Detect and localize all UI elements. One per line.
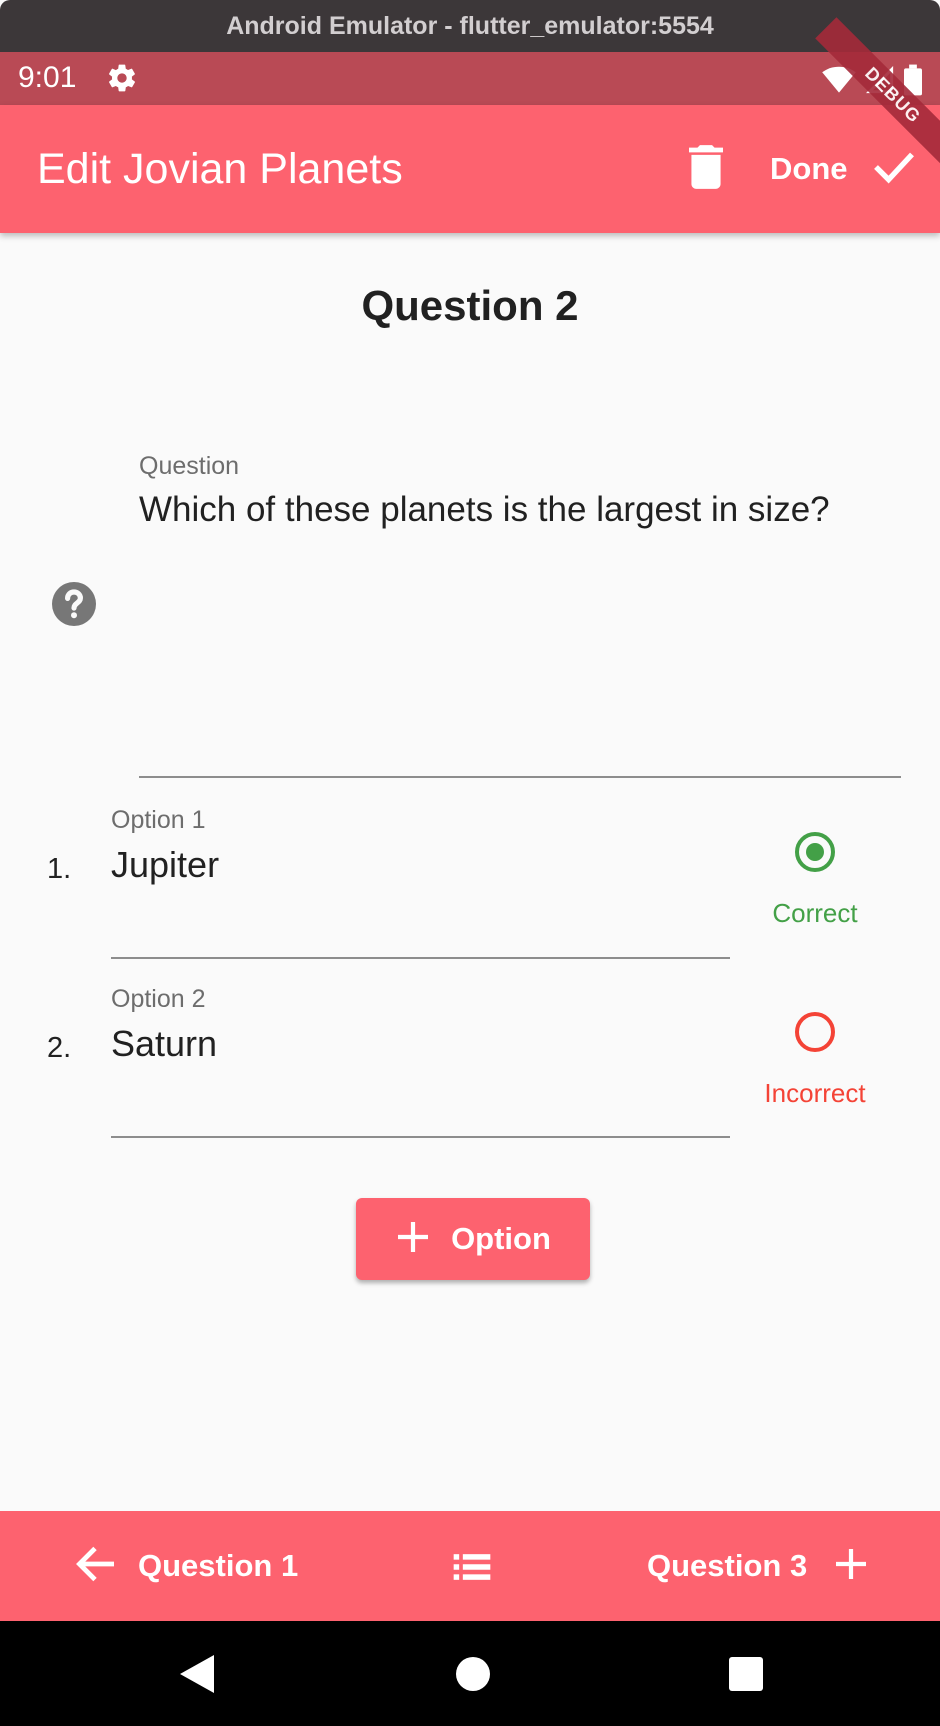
delete-button[interactable] (682, 144, 730, 194)
trash-icon (689, 144, 723, 194)
correct-radio[interactable]: Correct (755, 832, 875, 929)
help-icon[interactable] (50, 580, 98, 628)
back-triangle-icon[interactable] (180, 1655, 214, 1698)
question-list-button[interactable] (450, 1545, 494, 1589)
recents-square-icon[interactable] (729, 1657, 763, 1696)
question-field-value[interactable]: Which of these planets is the largest in… (139, 490, 830, 530)
check-icon (872, 149, 916, 190)
previous-question-button[interactable]: Question 1 (74, 1537, 298, 1595)
done-button[interactable]: Done (770, 141, 916, 197)
option-field-underline (111, 957, 730, 959)
app-bar: Edit Jovian Planets Done (0, 105, 940, 233)
radio-selected-icon (795, 832, 835, 872)
system-nav-bar (0, 1621, 940, 1726)
status-bar: 9:01 (0, 52, 940, 105)
question-field-label: Question (139, 452, 240, 480)
previous-question-label: Question 1 (138, 1548, 299, 1583)
list-icon (450, 1554, 494, 1593)
home-circle-icon[interactable] (455, 1656, 491, 1697)
plus-icon (833, 1546, 869, 1587)
option-field-label: Option 2 (111, 985, 206, 1013)
radio-status-label: Incorrect (764, 1078, 866, 1108)
add-option-label: Option (451, 1221, 551, 1256)
add-option-button[interactable]: Option (356, 1198, 590, 1280)
radio-status-label: Correct (772, 898, 858, 928)
emulator-title: Android Emulator - flutter_emulator:5554 (226, 11, 714, 40)
option-field-value[interactable]: Saturn (111, 1023, 217, 1065)
question-field-underline (139, 776, 901, 778)
incorrect-radio[interactable]: Incorrect (755, 1012, 875, 1109)
status-time: 9:01 (18, 61, 77, 94)
next-question-label: Question 3 (647, 1548, 808, 1583)
page-heading: Question 2 (361, 282, 579, 329)
option-number: 2. (47, 1032, 72, 1064)
next-question-button[interactable]: Question 3 (647, 1537, 869, 1595)
bottom-nav-bar: Question 1 Question 3 (0, 1511, 940, 1621)
plus-icon (395, 1219, 431, 1260)
option-field-underline (111, 1136, 730, 1138)
emulator-title-bar: Android Emulator - flutter_emulator:5554 (0, 0, 940, 52)
arrow-left-icon (74, 1545, 116, 1588)
option-field-label: Option 1 (111, 806, 206, 834)
app-bar-title: Edit Jovian Planets (37, 145, 403, 193)
radio-unselected-icon (795, 1012, 835, 1052)
option-field-value[interactable]: Jupiter (111, 844, 219, 886)
done-label: Done (770, 151, 848, 186)
settings-gear-icon (106, 62, 138, 94)
option-number: 1. (47, 853, 72, 885)
